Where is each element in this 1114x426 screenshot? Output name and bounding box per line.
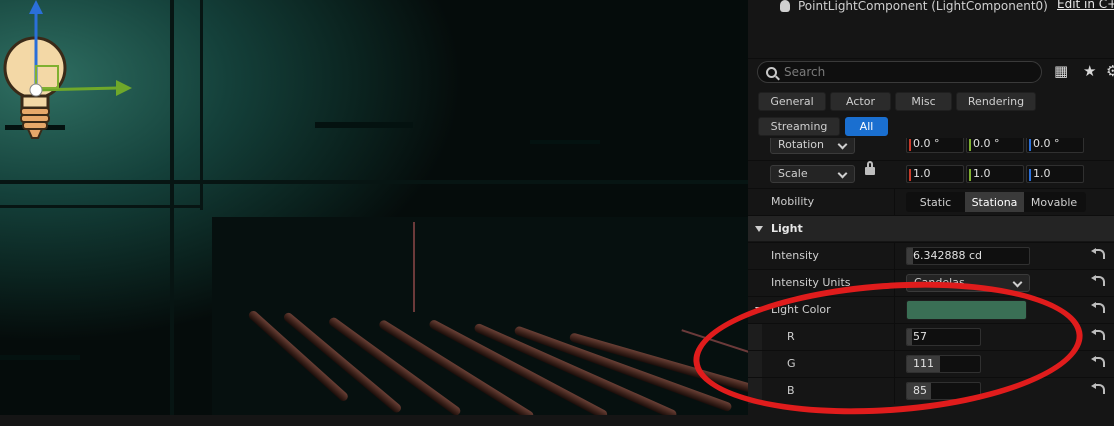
light-category-header[interactable]: Light	[748, 215, 1114, 241]
mobility-selector: Static Stationa Movable	[906, 192, 1086, 212]
intensity-row: Intensity 6.342888 cd	[748, 242, 1114, 269]
scale-x-field[interactable]: 1.0	[906, 165, 964, 183]
reset-to-default-icon[interactable]	[1091, 356, 1105, 367]
favorites-star-icon[interactable]: ★	[1083, 62, 1096, 80]
settings-gear-icon[interactable]: ⚙	[1106, 62, 1114, 80]
collapse-arrow-icon[interactable]	[755, 307, 763, 313]
scale-row: Scale 1.0 1.0 1.0	[748, 160, 1114, 186]
reset-to-default-icon[interactable]	[1091, 383, 1105, 394]
tab-general[interactable]: General	[758, 92, 826, 111]
rotation-label: Rotation	[778, 138, 825, 151]
translate-gizmo-icon[interactable]	[20, 0, 140, 100]
rotation-z-field[interactable]: 0.0 °	[1026, 138, 1084, 153]
component-item[interactable]: PointLightComponent (LightComponent0)	[780, 0, 1048, 16]
mobility-label: Mobility	[771, 195, 815, 208]
b-value-field[interactable]: 85	[906, 382, 981, 400]
light-color-swatch[interactable]	[906, 300, 1027, 320]
intensity-units-row: Intensity Units Candelas	[748, 269, 1114, 296]
mobility-static[interactable]: Static	[906, 192, 965, 212]
r-value-field[interactable]: 57	[906, 328, 981, 346]
wall-slot	[315, 122, 413, 128]
r-label: R	[787, 330, 795, 343]
wall-seam	[0, 180, 748, 184]
mobility-row: Mobility Static Stationa Movable	[748, 188, 1114, 215]
light-color-g-row: G 111	[748, 350, 1114, 377]
reset-to-default-icon[interactable]	[1091, 248, 1105, 259]
tab-rendering[interactable]: Rendering	[956, 92, 1036, 111]
tab-streaming[interactable]: Streaming	[758, 117, 840, 136]
mobility-movable[interactable]: Movable	[1024, 192, 1084, 212]
mobility-stationary[interactable]: Stationa	[965, 192, 1024, 212]
wall-slot	[530, 140, 600, 144]
chevron-down-icon	[1012, 277, 1023, 288]
property-list: Rotation 0.0 ° 0.0 ° 0.0 ° Scale 1.0 1.0…	[748, 138, 1114, 415]
intensity-units-dropdown[interactable]: Candelas	[906, 274, 1030, 292]
intensity-units-label: Intensity Units	[771, 276, 851, 289]
rotation-y-field[interactable]: 0.0 °	[966, 138, 1024, 153]
lock-icon[interactable]	[865, 161, 875, 175]
wall-seam	[0, 205, 200, 208]
intensity-field[interactable]: 6.342888 cd	[906, 247, 1030, 265]
light-category-title: Light	[771, 222, 803, 235]
collapse-arrow-icon[interactable]	[755, 226, 763, 232]
tab-misc[interactable]: Misc	[895, 92, 952, 111]
reset-to-default-icon[interactable]	[1091, 329, 1105, 340]
rotation-x-field[interactable]: 0.0 °	[906, 138, 964, 153]
tab-actor[interactable]: Actor	[830, 92, 891, 111]
g-value-field[interactable]: 111	[906, 355, 981, 373]
debug-line	[413, 222, 415, 312]
wall-seam	[200, 0, 203, 210]
light-color-label: Light Color	[771, 303, 831, 316]
search-input[interactable]	[784, 65, 1024, 79]
light-color-b-row: B 85	[748, 377, 1114, 404]
search-icon	[766, 66, 777, 78]
rotation-row: Rotation 0.0 ° 0.0 ° 0.0 °	[748, 138, 1114, 160]
rotation-dropdown[interactable]: Rotation	[770, 138, 855, 154]
chevron-down-icon	[837, 168, 848, 179]
scale-z-field[interactable]: 1.0	[1026, 165, 1084, 183]
reset-to-default-icon[interactable]	[1091, 275, 1105, 286]
light-color-row: Light Color	[748, 296, 1114, 323]
b-label: B	[787, 384, 795, 397]
wall-slot	[0, 355, 80, 360]
details-panel: PointLightComponent (LightComponent0) Ed…	[748, 0, 1114, 415]
component-header: PointLightComponent (LightComponent0) Ed…	[748, 0, 1114, 59]
table-view-icon[interactable]: ▦	[1054, 62, 1068, 80]
tab-all[interactable]: All	[845, 117, 888, 136]
level-viewport[interactable]	[0, 0, 748, 415]
light-bulb-icon	[780, 0, 790, 12]
component-name: PointLightComponent (LightComponent0)	[798, 0, 1048, 13]
search-bar[interactable]	[757, 61, 1042, 83]
scale-dropdown[interactable]: Scale	[770, 165, 855, 183]
reset-to-default-icon[interactable]	[1091, 302, 1105, 313]
scale-label: Scale	[778, 167, 808, 180]
intensity-label: Intensity	[771, 249, 819, 262]
g-label: G	[787, 357, 796, 370]
scale-y-field[interactable]: 1.0	[966, 165, 1024, 183]
light-color-r-row: R 57	[748, 323, 1114, 350]
edit-in-cpp-link[interactable]: Edit in C++	[1057, 0, 1114, 11]
chevron-down-icon	[837, 139, 848, 150]
